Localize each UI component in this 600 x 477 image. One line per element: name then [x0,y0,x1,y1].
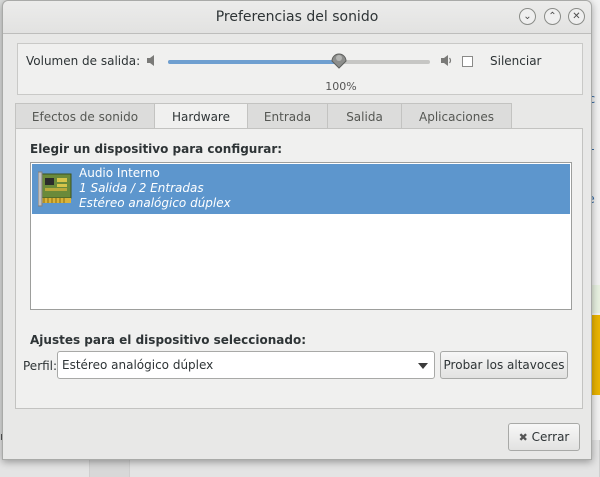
device-settings-label: Ajustes para el dispositivo seleccionado… [30,333,307,347]
profile-dropdown[interactable]: Estéreo analógico dúplex [57,351,435,379]
close-button-label: Cerrar [531,430,570,444]
volume-slider-fill [168,60,340,64]
volume-slider-handle[interactable] [331,51,347,69]
output-volume-row: Volumen de salida: 100% Silenciar [17,43,583,95]
device-profile: Estéreo analógico dúplex [79,196,231,210]
tab-hardware[interactable]: Hardware [155,103,248,129]
chevron-down-icon [418,363,428,369]
sound-card-icon [38,171,72,207]
volume-slider[interactable] [168,60,430,64]
close-icon[interactable]: ✕ [568,8,585,25]
device-list[interactable]: Audio Interno 1 Salida / 2 Entradas Esté… [30,162,572,310]
device-name: Audio Interno [79,166,160,180]
choose-device-label: Elegir un dispositivo para configurar: [30,142,283,156]
speaker-low-icon [147,55,154,66]
profile-label: Perfil: [23,359,58,373]
close-button[interactable]: ✖ Cerrar [508,423,580,451]
tab-bar: Efectos de sonido Hardware Entrada Salid… [15,103,512,129]
minimize-icon[interactable]: ⌄ [519,8,536,25]
tab-input[interactable]: Entrada [248,103,328,129]
tab-sound-effects[interactable]: Efectos de sonido [15,103,155,129]
volume-percentage: 100% [325,80,357,93]
tab-applications[interactable]: Aplicaciones [402,103,512,129]
mute-label[interactable]: Silenciar [490,54,542,68]
device-ports: 1 Salida / 2 Entradas [79,181,204,195]
speaker-high-icon [441,55,452,66]
maximize-icon[interactable]: ⌃ [544,8,561,25]
device-row-audio-interno[interactable]: Audio Interno 1 Salida / 2 Entradas Esté… [32,164,570,214]
test-speakers-button[interactable]: Probar los altavoces [440,351,568,379]
title-bar[interactable]: Preferencias del sonido ⌄ ⌃ ✕ [3,1,591,34]
device-description: Audio Interno 1 Salida / 2 Entradas Esté… [79,166,231,211]
tab-output[interactable]: Salida [328,103,402,129]
mute-checkbox[interactable] [462,56,473,67]
profile-dropdown-value: Estéreo analógico dúplex [62,358,214,372]
output-volume-label: Volumen de salida: [26,54,141,68]
window-title: Preferencias del sonido [215,9,379,25]
close-icon: ✖ [518,431,528,444]
sound-preferences-window: Preferencias del sonido ⌄ ⌃ ✕ Volumen de… [2,0,592,460]
